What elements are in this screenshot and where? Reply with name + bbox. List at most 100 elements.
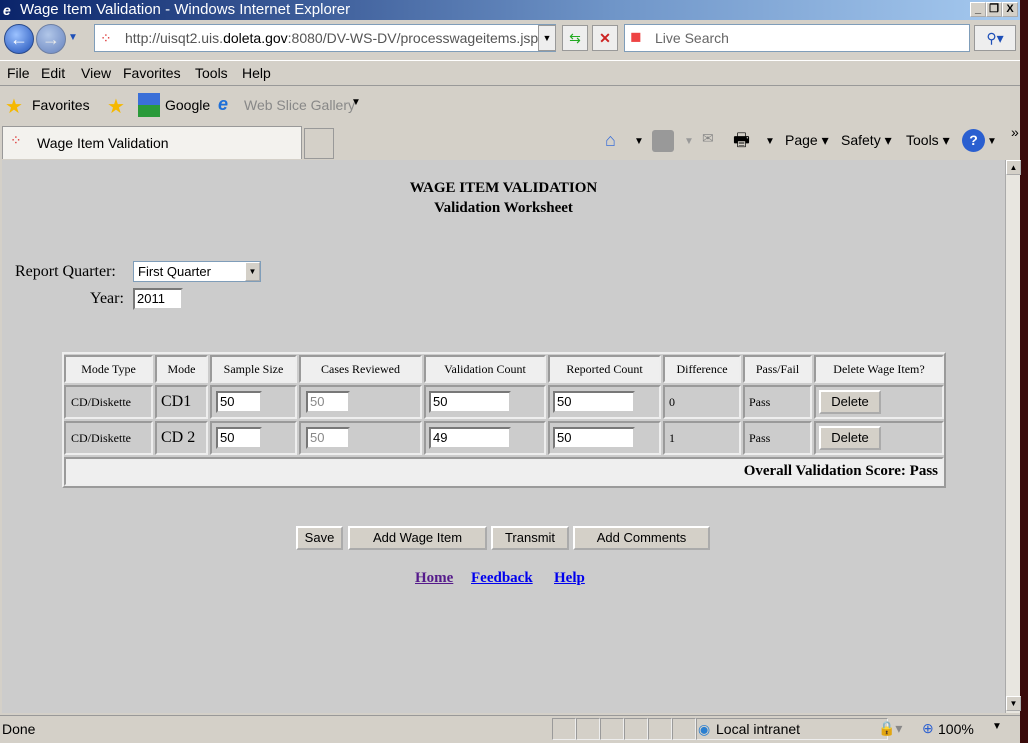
- mode-type-cell: CD/Diskette: [64, 385, 153, 419]
- address-dropdown[interactable]: ▼: [538, 25, 556, 51]
- mode-cell: CD1: [155, 385, 208, 419]
- favorites-button[interactable]: Favorites: [32, 97, 90, 113]
- chevron-down-icon[interactable]: ▼: [765, 136, 775, 147]
- tools-menu[interactable]: Tools ▾: [906, 132, 950, 149]
- status-pane: [552, 718, 576, 740]
- recent-pages-dropdown[interactable]: ▼: [68, 32, 78, 43]
- ie-icon: e: [218, 94, 229, 114]
- mode-type-cell: CD/Diskette: [64, 421, 153, 455]
- status-bar: Done ◉ Local intranet 🔒▾ ⊕ 100% ▼: [0, 715, 1020, 743]
- web-slice-gallery-link[interactable]: Web Slice Gallery: [244, 97, 355, 113]
- search-button[interactable]: ⚲▾: [974, 25, 1016, 51]
- validation-count-input[interactable]: 50: [429, 391, 511, 413]
- menu-favorites[interactable]: Favorites: [123, 65, 181, 81]
- header-difference: Difference: [663, 355, 741, 383]
- google-icon: [138, 93, 160, 117]
- delete-button[interactable]: Delete: [819, 390, 881, 414]
- sample-size-input[interactable]: 50: [216, 391, 262, 413]
- overall-validation-score: Overall Validation Score: Pass: [64, 457, 944, 486]
- close-button[interactable]: X: [1002, 2, 1018, 17]
- window-title: Wage Item Validation - Windows Internet …: [20, 1, 351, 18]
- background-strip: [1020, 0, 1028, 743]
- transmit-button[interactable]: Transmit: [491, 526, 569, 550]
- chevron-down-icon[interactable]: ▼: [987, 136, 997, 147]
- add-wage-item-button[interactable]: Add Wage Item: [348, 526, 487, 550]
- feeds-icon[interactable]: [652, 130, 674, 152]
- header-validation-count: Validation Count: [424, 355, 546, 383]
- home-link[interactable]: Home: [415, 570, 453, 587]
- favorites-bar: ★ Favorites ★ Google e Web Slice Gallery…: [0, 90, 1020, 122]
- new-tab-button[interactable]: [304, 128, 334, 159]
- url-prefix: http://uisqt2.uis.: [125, 30, 224, 46]
- report-quarter-select[interactable]: First Quarter ▼: [133, 261, 261, 282]
- print-icon[interactable]: 🖶: [733, 128, 750, 158]
- menu-help[interactable]: Help: [242, 65, 271, 81]
- google-link[interactable]: Google: [165, 97, 210, 113]
- ie-icon: e: [3, 2, 11, 18]
- page-content: WAGE ITEM VALIDATION Validation Workshee…: [2, 160, 1005, 713]
- menu-edit[interactable]: Edit: [41, 65, 65, 81]
- tab-row: Wage Item Validation ⁘ ⌂ ▼ ▼ ✉ 🖶 ▼ Page …: [0, 124, 1020, 159]
- difference-cell: 0: [663, 385, 741, 419]
- menu-tools[interactable]: Tools: [195, 65, 228, 81]
- year-input[interactable]: 2011: [133, 288, 183, 310]
- protected-mode-icon[interactable]: 🔒▾: [878, 720, 902, 737]
- add-comments-button[interactable]: Add Comments: [573, 526, 710, 550]
- page-subtitle: Validation Worksheet: [434, 200, 573, 216]
- vertical-scrollbar[interactable]: ▲ ▼: [1005, 160, 1021, 713]
- forward-button[interactable]: →: [36, 24, 66, 54]
- header-mode-type: Mode Type: [64, 355, 153, 383]
- restore-button[interactable]: ❐: [986, 2, 1002, 17]
- chevron-down-icon[interactable]: ▼: [351, 97, 361, 108]
- save-button[interactable]: Save: [296, 526, 343, 550]
- back-button[interactable]: ←: [4, 24, 34, 54]
- help-link[interactable]: Help: [554, 570, 585, 587]
- chevron-down-icon[interactable]: ▼: [634, 136, 644, 147]
- header-cases-reviewed: Cases Reviewed: [299, 355, 422, 383]
- security-zone: Local intranet: [716, 721, 801, 737]
- minimize-button[interactable]: _: [970, 2, 986, 17]
- title-bar: Wage Item Validation - Windows Internet …: [0, 0, 1020, 20]
- reported-count-input[interactable]: 50: [553, 391, 635, 413]
- status-pane: [648, 718, 672, 740]
- url-suffix: :8080/DV-WS-DV/processwageitems.jsp: [287, 30, 539, 46]
- windows-logo-icon: ◼: [630, 28, 642, 44]
- reported-count-input[interactable]: 50: [553, 427, 635, 449]
- report-quarter-label: Report Quarter:: [15, 263, 116, 280]
- globe-icon: ◉: [698, 721, 711, 737]
- validation-count-input[interactable]: 49: [429, 427, 511, 449]
- status-text: Done: [2, 721, 36, 737]
- chevron-down-icon[interactable]: ▼: [245, 262, 260, 281]
- page-title: WAGE ITEM VALIDATION: [409, 180, 598, 196]
- add-favorite-icon[interactable]: ★: [107, 94, 125, 119]
- tab-wage-item-validation[interactable]: Wage Item Validation: [2, 126, 302, 159]
- status-pane: [576, 718, 600, 740]
- header-sample-size: Sample Size: [210, 355, 297, 383]
- refresh-button[interactable]: ⇆: [562, 25, 588, 51]
- menu-view[interactable]: View: [81, 65, 111, 81]
- scroll-down-arrow[interactable]: ▼: [1006, 696, 1021, 711]
- year-label: Year:: [90, 290, 124, 307]
- address-bar[interactable]: http://uisqt2.uis.doleta.gov:8080/DV-WS-…: [94, 24, 556, 52]
- wage-items-table: Mode Type Mode Sample Size Cases Reviewe…: [62, 352, 946, 488]
- tab-title: Wage Item Validation: [37, 135, 169, 151]
- page-menu[interactable]: Page ▾: [785, 132, 829, 149]
- chevron-down-icon[interactable]: ▼: [992, 721, 1002, 732]
- search-input[interactable]: Live Search: [624, 24, 970, 52]
- status-pane: [624, 718, 648, 740]
- home-icon[interactable]: ⌂: [605, 130, 616, 151]
- more-chevron-icon[interactable]: »: [1011, 124, 1019, 140]
- status-pane: [600, 718, 624, 740]
- mail-icon[interactable]: ✉: [702, 130, 714, 147]
- menu-file[interactable]: File: [7, 65, 30, 81]
- feedback-link[interactable]: Feedback: [471, 570, 533, 587]
- help-icon[interactable]: ?: [962, 129, 985, 152]
- scroll-up-arrow[interactable]: ▲: [1006, 160, 1021, 175]
- selected-quarter: First Quarter: [138, 264, 211, 279]
- sample-size-input[interactable]: 50: [216, 427, 262, 449]
- safety-menu[interactable]: Safety ▾: [841, 132, 892, 149]
- zoom-level[interactable]: 100%: [938, 721, 974, 737]
- stop-button[interactable]: ✕: [592, 25, 618, 51]
- delete-button[interactable]: Delete: [819, 426, 881, 450]
- zoom-icon: ⊕: [922, 720, 934, 736]
